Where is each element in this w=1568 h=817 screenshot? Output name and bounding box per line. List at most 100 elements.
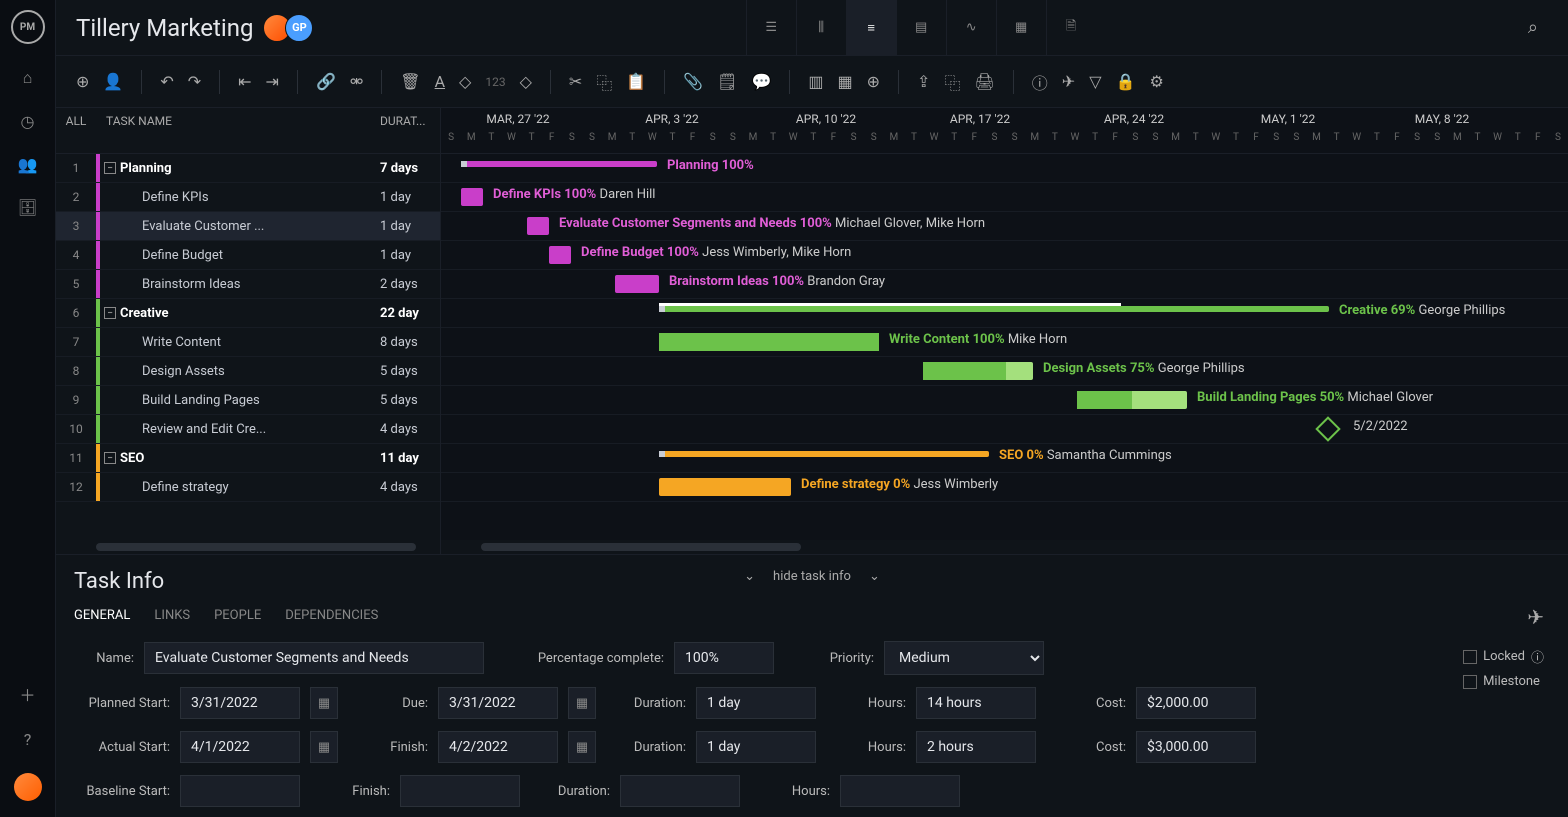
add-user-icon[interactable]: 👤 bbox=[103, 72, 123, 91]
duration2-input[interactable] bbox=[696, 731, 816, 763]
copy-icon[interactable]: ⿻ bbox=[596, 70, 612, 94]
cost-input[interactable] bbox=[1136, 687, 1256, 719]
lock-icon[interactable]: 🔒 bbox=[1116, 72, 1136, 91]
baseline-duration-input[interactable] bbox=[620, 775, 740, 807]
tag-icon[interactable]: ◇ bbox=[459, 72, 471, 91]
task-row[interactable]: 11 −SEO 11 day bbox=[56, 444, 440, 473]
milestone-checkbox[interactable]: Milestone bbox=[1463, 674, 1544, 689]
duration-input[interactable] bbox=[696, 687, 816, 719]
gantt-row[interactable]: Design Assets 75% George Phillips bbox=[441, 357, 1568, 386]
gantt-row[interactable]: 5/2/2022 bbox=[441, 415, 1568, 444]
h-scrollbar-gantt[interactable] bbox=[441, 540, 1568, 554]
unlink-icon[interactable]: ⚮ bbox=[350, 72, 363, 91]
recent-icon[interactable]: ◷ bbox=[21, 112, 35, 131]
info-icon[interactable]: ⓘ bbox=[1032, 70, 1048, 94]
view-board-icon[interactable]: ⫼ bbox=[796, 0, 846, 56]
font-icon[interactable]: A bbox=[435, 72, 445, 91]
gantt-row[interactable]: Write Content 100% Mike Horn bbox=[441, 328, 1568, 357]
view-activity-icon[interactable]: ∿ bbox=[946, 0, 996, 56]
export-icon[interactable]: ⇪ bbox=[917, 72, 930, 91]
gantt-row[interactable]: Brainstorm Ideas 100% Brandon Gray bbox=[441, 270, 1568, 299]
gantt-row[interactable]: Define Budget 100% Jess Wimberly, Mike H… bbox=[441, 241, 1568, 270]
baseline-start-input[interactable] bbox=[180, 775, 300, 807]
gantt-row[interactable]: Planning 100% bbox=[441, 154, 1568, 183]
tab-links[interactable]: LINKS bbox=[154, 608, 190, 623]
cost2-input[interactable] bbox=[1136, 731, 1256, 763]
col-all[interactable]: ALL bbox=[56, 114, 96, 128]
member-avatar[interactable]: GP bbox=[285, 14, 313, 42]
task-row[interactable]: 1 −Planning 7 days bbox=[56, 154, 440, 183]
hours-input[interactable] bbox=[916, 687, 1036, 719]
send-icon[interactable]: ✈ bbox=[1062, 72, 1075, 91]
columns-icon[interactable]: ▥ bbox=[808, 72, 823, 91]
task-row[interactable]: 10 Review and Edit Cre... 4 days bbox=[56, 415, 440, 444]
gantt-row[interactable]: Evaluate Customer Segments and Needs 100… bbox=[441, 212, 1568, 241]
project-members[interactable]: GP bbox=[269, 14, 313, 42]
task-row[interactable]: 9 Build Landing Pages 5 days bbox=[56, 386, 440, 415]
view-sheet-icon[interactable]: ▤ bbox=[896, 0, 946, 56]
paste-icon[interactable]: 📋 bbox=[626, 72, 646, 91]
milestone-icon[interactable]: ◇ bbox=[520, 72, 532, 91]
task-row[interactable]: 2 Define KPIs 1 day bbox=[56, 183, 440, 212]
hide-task-info[interactable]: ⌄ hide task info ⌄ bbox=[744, 569, 880, 584]
info-icon[interactable]: ⓘ bbox=[1531, 647, 1544, 666]
user-avatar[interactable] bbox=[14, 773, 42, 801]
tab-dependencies[interactable]: DEPENDENCIES bbox=[285, 608, 378, 623]
task-row[interactable]: 6 −Creative 22 day bbox=[56, 299, 440, 328]
briefcase-icon[interactable]: 🗄 bbox=[17, 198, 37, 217]
add-icon[interactable]: ＋ bbox=[19, 682, 35, 706]
settings-icon[interactable]: ⚙ bbox=[1149, 72, 1163, 91]
calendar-icon[interactable]: ▦ bbox=[310, 687, 338, 719]
link-icon[interactable]: 🔗 bbox=[316, 72, 336, 91]
search-icon[interactable]: ⌕ bbox=[1528, 17, 1538, 38]
calendar-icon[interactable]: ▦ bbox=[310, 731, 338, 763]
gantt-row[interactable]: Creative 69% George Phillips bbox=[441, 299, 1568, 328]
col-task-name[interactable]: TASK NAME bbox=[96, 114, 380, 128]
gantt-row[interactable]: Build Landing Pages 50% Michael Glover bbox=[441, 386, 1568, 415]
hours2-input[interactable] bbox=[916, 731, 1036, 763]
zoom-icon[interactable]: ⊕ bbox=[867, 72, 880, 91]
due-input[interactable] bbox=[438, 687, 558, 719]
view-files-icon[interactable]: 🗎 bbox=[1046, 0, 1096, 56]
help-icon[interactable]: ? bbox=[24, 730, 32, 749]
note-icon[interactable]: 🗒 bbox=[717, 72, 737, 91]
task-row[interactable]: 8 Design Assets 5 days bbox=[56, 357, 440, 386]
calendar-icon[interactable]: ▦ bbox=[568, 731, 596, 763]
app-logo[interactable]: PM bbox=[11, 10, 45, 44]
gantt-row[interactable]: Define KPIs 100% Daren Hill bbox=[441, 183, 1568, 212]
planned-start-input[interactable] bbox=[180, 687, 300, 719]
undo-icon[interactable]: ↶ bbox=[160, 72, 173, 91]
indent-icon[interactable]: ⇥ bbox=[266, 72, 279, 91]
baseline-finish-input[interactable] bbox=[400, 775, 520, 807]
home-icon[interactable]: ⌂ bbox=[23, 68, 33, 88]
send-icon[interactable]: ✈ bbox=[1527, 605, 1544, 629]
clone-icon[interactable]: ⿻ bbox=[944, 70, 960, 94]
baseline-hours-input[interactable] bbox=[840, 775, 960, 807]
pct-complete-input[interactable] bbox=[674, 642, 774, 674]
task-name-input[interactable] bbox=[144, 642, 484, 674]
actual-start-input[interactable] bbox=[180, 731, 300, 763]
col-duration[interactable]: DURAT... bbox=[380, 114, 440, 128]
attachment-icon[interactable]: 📎 bbox=[683, 72, 703, 91]
gantt-row[interactable]: Define strategy 0% Jess Wimberly bbox=[441, 473, 1568, 502]
cut-icon[interactable]: ✂ bbox=[569, 72, 582, 91]
calendar-icon[interactable]: ▦ bbox=[568, 687, 596, 719]
redo-icon[interactable]: ↷ bbox=[188, 72, 201, 91]
task-row[interactable]: 12 Define strategy 4 days bbox=[56, 473, 440, 502]
view-gantt-icon[interactable]: ≡ bbox=[846, 0, 896, 56]
view-calendar-icon[interactable]: ▦ bbox=[996, 0, 1046, 56]
gantt-row[interactable]: SEO 0% Samantha Cummings bbox=[441, 444, 1568, 473]
team-icon[interactable]: 👥 bbox=[18, 155, 38, 174]
task-row[interactable]: 7 Write Content 8 days bbox=[56, 328, 440, 357]
filter-icon[interactable]: ▽ bbox=[1089, 72, 1101, 91]
print-icon[interactable]: 🖨 bbox=[974, 72, 994, 91]
trash-icon[interactable]: 🗑 bbox=[400, 72, 420, 91]
tab-general[interactable]: GENERAL bbox=[74, 608, 130, 623]
locked-checkbox[interactable]: Locked ⓘ bbox=[1463, 647, 1544, 666]
grid-icon[interactable]: ▦ bbox=[838, 72, 853, 91]
h-scrollbar[interactable] bbox=[56, 540, 440, 554]
task-row[interactable]: 5 Brainstorm Ideas 2 days bbox=[56, 270, 440, 299]
task-row[interactable]: 4 Define Budget 1 day bbox=[56, 241, 440, 270]
task-row[interactable]: 3 Evaluate Customer ... 1 day bbox=[56, 212, 440, 241]
comment-icon[interactable]: 💬 bbox=[751, 72, 771, 91]
